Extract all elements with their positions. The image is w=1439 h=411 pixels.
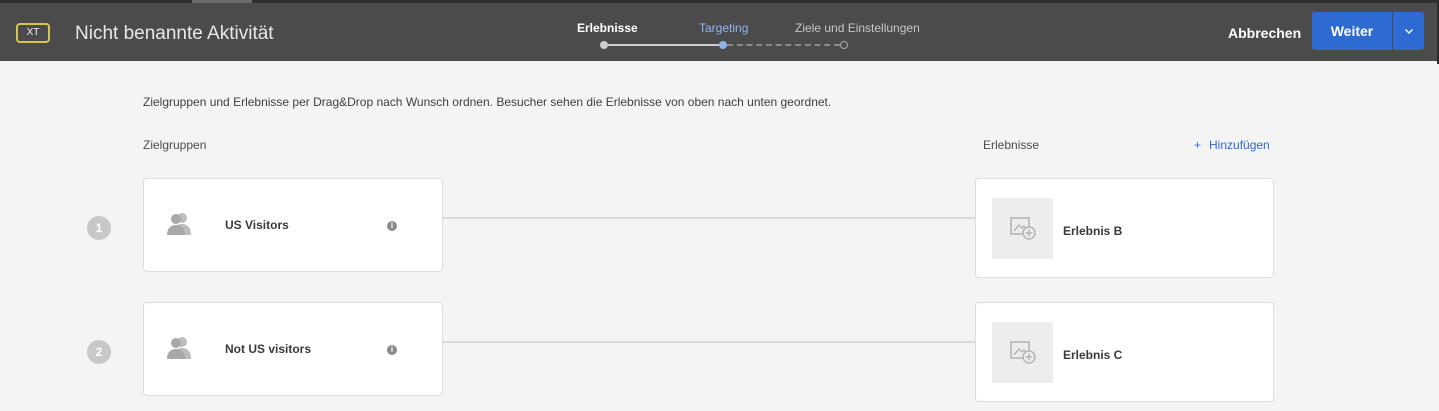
workflow-steps: Erlebnisse Targeting Ziele und Einstellu…: [560, 3, 940, 61]
audiences-column-label: Zielgruppen: [143, 138, 207, 152]
connector-line: [443, 341, 975, 343]
step-dot-active: [719, 41, 727, 49]
audience-name: US Visitors: [225, 218, 289, 232]
step-goals-settings[interactable]: Ziele und Einstellungen: [795, 20, 920, 36]
experience-name: Erlebnis C: [1063, 348, 1123, 362]
add-image-icon: [1010, 217, 1036, 240]
info-icon[interactable]: i: [387, 345, 397, 355]
row-number: 1: [87, 216, 111, 240]
add-label: Hinzufügen: [1209, 138, 1270, 152]
info-icon[interactable]: i: [387, 221, 397, 231]
step-dot-completed: [600, 41, 608, 49]
plus-icon: +: [1194, 138, 1202, 152]
connector-line: [443, 217, 975, 219]
experience-card[interactable]: Erlebnis B: [975, 178, 1274, 278]
step-dot-upcoming: [840, 41, 848, 49]
experiences-column-label: Erlebnisse: [983, 138, 1040, 152]
cancel-button[interactable]: Abbrechen: [1218, 21, 1311, 45]
audience-card[interactable]: Not US visitors i: [143, 302, 443, 396]
audience-icon: [167, 337, 191, 359]
top-bar: XT Nicht benannte Aktivität Erlebnisse T…: [0, 0, 1439, 64]
experience-card[interactable]: Erlebnis C: [975, 302, 1274, 402]
top-bar-accent: [192, 0, 252, 3]
row-number: 2: [87, 340, 111, 364]
step-pending-line: [727, 44, 840, 46]
step-progress-line: [608, 44, 719, 46]
experience-thumbnail: [992, 198, 1053, 259]
add-image-icon: [1010, 341, 1036, 364]
step-targeting[interactable]: Targeting: [699, 20, 748, 36]
step-experiences[interactable]: Erlebnisse: [577, 20, 638, 36]
activity-title[interactable]: Nicht benannte Aktivität: [75, 22, 274, 46]
instructions-text: Zielgruppen und Erlebnisse per Drag&Drop…: [143, 95, 832, 109]
next-button[interactable]: Weiter: [1312, 12, 1392, 50]
chevron-down-icon: [1404, 28, 1413, 34]
experience-name: Erlebnis B: [1063, 224, 1123, 238]
add-experience-link[interactable]: + Hinzufügen: [1194, 138, 1270, 152]
audience-icon: [167, 213, 191, 235]
next-options-button[interactable]: [1393, 12, 1424, 50]
audience-card[interactable]: US Visitors i: [143, 178, 443, 272]
activity-type-badge: XT: [16, 23, 50, 43]
experience-thumbnail: [992, 322, 1053, 383]
audience-name: Not US visitors: [225, 342, 312, 356]
